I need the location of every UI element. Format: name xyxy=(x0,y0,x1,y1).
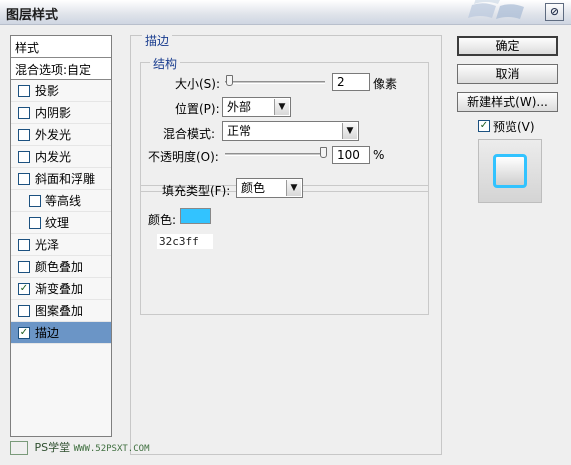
style-item[interactable]: 内阴影 xyxy=(11,102,111,124)
chevron-down-icon[interactable]: ▼ xyxy=(342,123,357,139)
styles-header[interactable]: 样式 xyxy=(11,36,111,58)
position-value: 外部 xyxy=(227,100,252,114)
fill-type-select[interactable]: 颜色 ▼ xyxy=(236,178,303,198)
opacity-label: 不透明度(O): xyxy=(148,150,219,164)
size-slider-track[interactable] xyxy=(225,81,325,84)
structure-group-title: 结构 xyxy=(150,55,181,72)
chevron-down-icon[interactable]: ▼ xyxy=(274,99,289,115)
style-checkbox[interactable] xyxy=(18,305,30,317)
style-item[interactable]: 外发光 xyxy=(11,124,111,146)
watermark: PS学堂 WWW.52PSXT.COM xyxy=(10,439,149,459)
style-item[interactable]: 斜面和浮雕 xyxy=(11,168,111,190)
fill-type-value: 颜色 xyxy=(241,181,266,195)
blend-mode-select[interactable]: 正常 ▼ xyxy=(222,121,359,141)
style-item-label: 外发光 xyxy=(35,128,72,142)
style-checkbox[interactable] xyxy=(18,129,30,141)
watermark-url: WWW.52PSXT.COM xyxy=(73,444,150,454)
position-label: 位置(P): xyxy=(175,102,220,116)
color-label: 颜色: xyxy=(148,213,177,227)
style-preview xyxy=(478,139,542,203)
preview-thumbnail xyxy=(493,154,527,188)
cancel-button[interactable]: 取消 xyxy=(457,64,558,84)
style-checkbox[interactable] xyxy=(18,151,30,163)
windows-logo-icon xyxy=(468,0,524,19)
style-checkbox[interactable] xyxy=(29,195,41,207)
chevron-down-icon[interactable]: ▼ xyxy=(286,180,301,196)
style-item[interactable]: ✓ 渐变叠加 xyxy=(11,278,111,300)
size-label: 大小(S): xyxy=(175,77,221,91)
watermark-logo-icon xyxy=(10,441,28,455)
style-item[interactable]: 光泽 xyxy=(11,234,111,256)
new-style-button[interactable]: 新建样式(W)... xyxy=(457,92,558,112)
style-checkbox[interactable] xyxy=(18,107,30,119)
style-item[interactable]: 颜色叠加 xyxy=(11,256,111,278)
fill-type-label: 填充类型(F): xyxy=(162,184,231,198)
style-item-label: 斜面和浮雕 xyxy=(35,172,96,186)
styles-list: 样式 混合选项:自定 投影内阴影外发光内发光斜面和浮雕等高线纹理光泽颜色叠加 ✓ 渐… xyxy=(10,35,112,437)
style-item-label: 颜色叠加 xyxy=(35,260,84,274)
blend-mode-label: 混合模式: xyxy=(163,127,216,141)
preview-checkbox[interactable]: ✓ xyxy=(478,120,490,132)
fill-group xyxy=(140,185,429,315)
style-checkbox[interactable] xyxy=(18,85,30,97)
color-hex-value: 32c3ff xyxy=(157,234,213,249)
stroke-color-swatch[interactable] xyxy=(180,208,211,224)
size-unit: 像素 xyxy=(373,77,398,91)
style-checkbox[interactable]: ✓ xyxy=(18,327,30,339)
style-checkbox[interactable] xyxy=(18,173,30,185)
style-item[interactable]: 等高线 xyxy=(11,190,111,212)
opacity-unit: % xyxy=(373,148,385,162)
style-checkbox[interactable] xyxy=(29,217,41,229)
watermark-brand: PS学堂 xyxy=(34,441,71,454)
opacity-input[interactable]: 100 xyxy=(332,146,370,164)
style-item-label: 内发光 xyxy=(35,150,72,164)
style-item-label: 内阴影 xyxy=(35,106,72,120)
style-item[interactable]: 图案叠加 xyxy=(11,300,111,322)
style-checkbox[interactable] xyxy=(18,239,30,251)
style-item[interactable]: 投影 xyxy=(11,80,111,102)
title-bar: 图层样式 ⊘ xyxy=(0,0,571,25)
style-checkbox[interactable] xyxy=(18,261,30,273)
opacity-slider-track[interactable] xyxy=(225,153,325,156)
style-item-label: 纹理 xyxy=(45,216,70,230)
ok-button[interactable]: 确定 xyxy=(457,36,558,56)
style-checkbox[interactable]: ✓ xyxy=(18,283,30,295)
style-item-label: 描边 xyxy=(35,326,60,340)
style-item-label: 等高线 xyxy=(45,194,82,208)
dialog-body: 样式 混合选项:自定 投影内阴影外发光内发光斜面和浮雕等高线纹理光泽颜色叠加 ✓ 渐… xyxy=(0,25,571,465)
blend-mode-value: 正常 xyxy=(227,124,252,138)
style-item[interactable]: ✓ 描边 xyxy=(11,322,111,344)
stroke-section-title: 描边 xyxy=(142,32,173,49)
blending-options-item[interactable]: 混合选项:自定 xyxy=(11,58,111,80)
size-slider-thumb[interactable] xyxy=(226,75,233,86)
close-button[interactable]: ⊘ xyxy=(545,3,564,21)
style-item-label: 图案叠加 xyxy=(35,304,84,318)
preview-label[interactable]: 预览(V) xyxy=(493,118,535,135)
window-title: 图层样式 xyxy=(6,8,59,23)
opacity-slider-thumb[interactable] xyxy=(320,147,327,158)
style-item-label: 渐变叠加 xyxy=(35,282,84,296)
style-item-label: 光泽 xyxy=(35,238,60,252)
style-item[interactable]: 纹理 xyxy=(11,212,111,234)
style-item-label: 投影 xyxy=(35,84,60,98)
size-input[interactable]: 2 xyxy=(332,73,370,91)
position-select[interactable]: 外部 ▼ xyxy=(222,97,291,117)
style-item[interactable]: 内发光 xyxy=(11,146,111,168)
